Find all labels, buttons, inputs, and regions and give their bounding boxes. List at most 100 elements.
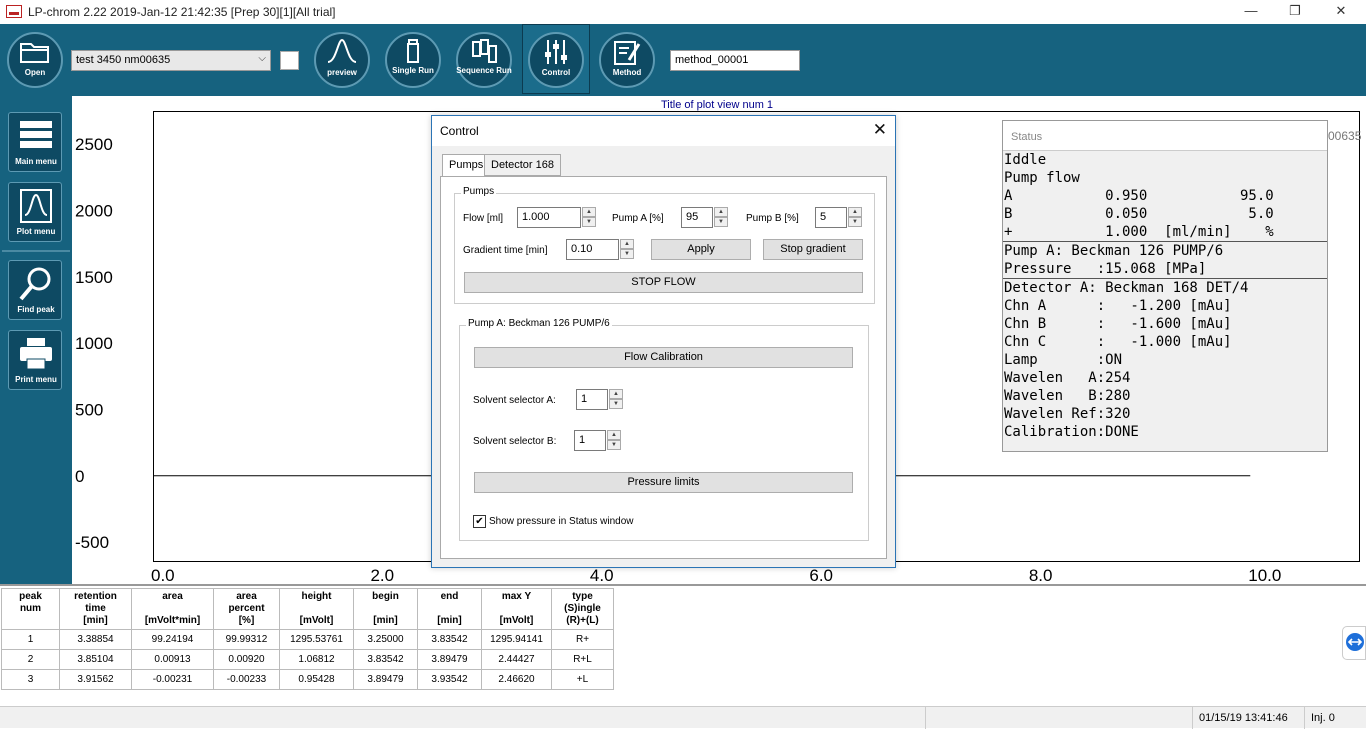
status-line: Chn A : -1.200 [mAu]	[1004, 298, 1232, 314]
flow-input[interactable]: 1.000	[517, 207, 581, 228]
column-header[interactable]: height [mVolt]	[279, 588, 354, 630]
show-pressure-checkbox[interactable]: ✔	[473, 515, 486, 528]
status-bar: 01/15/19 13:41:46 Inj. 0	[0, 706, 1366, 729]
table-cell: 1295.53761	[279, 629, 354, 650]
solvent-selector-a-input[interactable]: 1	[576, 389, 608, 410]
table-cell: 3.89479	[417, 649, 482, 670]
column-header[interactable]: max Y [mVolt]	[481, 588, 552, 630]
pressure-limits-button[interactable]: Pressure limits	[474, 472, 853, 493]
single-run-label: Single Run	[392, 66, 434, 75]
table-cell: -0.00231	[131, 669, 214, 690]
column-header[interactable]: type (S)ingle (R)+(L)	[551, 588, 614, 630]
pump-b-input[interactable]: 5	[815, 207, 847, 228]
sidebar: Main menu Plot menu Find peak Print menu	[0, 96, 72, 584]
dialog-title-bar: Control ✕	[432, 116, 895, 146]
gradient-time-input[interactable]: 0.10	[566, 239, 619, 260]
column-header[interactable]: area percent [%]	[213, 588, 280, 630]
column-header-text: height	[301, 591, 332, 602]
y-tick-label: 1000	[75, 334, 113, 353]
solvent-selector-b-input[interactable]: 1	[574, 430, 606, 451]
method-button[interactable]: Method	[596, 26, 658, 90]
chevron-down-icon: ⌵	[258, 53, 266, 64]
minimize-button[interactable]: —	[1228, 0, 1274, 24]
peaks-table: peak num retention time [min] area [mVolt*min]…	[1, 588, 614, 690]
column-header-text	[133, 603, 212, 615]
table-cell: 2	[1, 649, 60, 670]
status-line: Chn C : -1.000 [mAu]	[1004, 334, 1232, 350]
x-tick-label: 0.0	[151, 566, 175, 584]
single-run-button[interactable]: Single Run	[382, 26, 444, 90]
flow-stepper[interactable]: ▲ ▼	[582, 207, 596, 228]
status-line: Wavelen A:254	[1004, 370, 1131, 386]
column-header-text: time	[85, 603, 106, 614]
file-combo[interactable]: test 3450 nm00635 ⌵	[71, 50, 271, 71]
list-icon	[20, 121, 52, 148]
plot-menu-button[interactable]: Plot menu	[8, 182, 62, 242]
edit-document-icon	[614, 41, 641, 65]
x-tick-label: 8.0	[1029, 566, 1053, 584]
column-header-text: [mVolt]	[299, 615, 334, 626]
pump-b-stepper[interactable]: ▲ ▼	[848, 207, 862, 228]
file-combo-value: test 3450 nm00635	[76, 54, 171, 66]
gradient-time-stepper[interactable]: ▲ ▼	[620, 239, 634, 260]
find-peak-button[interactable]: Find peak	[8, 260, 62, 320]
table-cell: 3.38854	[59, 629, 132, 650]
column-header-text: type	[572, 591, 593, 602]
column-header[interactable]: area [mVolt*min]	[131, 588, 214, 630]
control-button[interactable]: Control	[525, 26, 587, 90]
open-button[interactable]: Open	[4, 26, 66, 90]
gradient-time-label: Gradient time [min]	[463, 245, 548, 256]
pump-a-input[interactable]: 95	[681, 207, 713, 228]
remote-support-tab[interactable]	[1342, 626, 1366, 660]
status-line: Iddle	[1004, 152, 1047, 168]
folder-icon	[20, 43, 49, 63]
status-line: Chn B : -1.600 [mAu]	[1004, 316, 1232, 332]
x-tick-label: 2.0	[370, 566, 394, 584]
flow-label: Flow [ml]	[463, 213, 503, 224]
window-title: LP-chrom 2.22 2019-Jan-12 21:42:35 [Prep…	[28, 5, 336, 19]
stop-flow-button[interactable]: STOP FLOW	[464, 272, 863, 293]
pump-a-label: Pump A [%]	[612, 213, 664, 224]
print-menu-button[interactable]: Print menu	[8, 330, 62, 390]
find-peak-label: Find peak	[17, 305, 55, 314]
table-cell: R+L	[551, 649, 614, 670]
tab-pumps[interactable]: Pumps	[442, 154, 491, 177]
table-row[interactable]: 1 3.38854 99.24194 99.99312 1295.53761 3.2500…	[1, 629, 614, 650]
close-icon[interactable]: ✕	[873, 120, 887, 140]
method-name-field[interactable]: method_00001	[670, 50, 800, 71]
column-header[interactable]: peak num	[1, 588, 60, 630]
flow-calibration-button[interactable]: Flow Calibration	[474, 347, 853, 368]
column-header[interactable]: end [min]	[417, 588, 482, 630]
table-row[interactable]: 3 3.91562 -0.00231 -0.00233 0.95428 3.89479 3.…	[1, 669, 614, 690]
sequence-run-button[interactable]: Sequence Run	[453, 26, 515, 90]
status-window: Status Iddle Pump flow A 0.950 95.0 B 0.050…	[1002, 120, 1328, 452]
main-menu-button[interactable]: Main menu	[8, 112, 62, 172]
statusbar-injection: Inj. 0	[1304, 707, 1366, 729]
apply-button[interactable]: Apply	[651, 239, 751, 260]
table-cell: +L	[551, 669, 614, 690]
close-window-button[interactable]: ✕	[1318, 0, 1364, 24]
status-line: A 0.950 95.0	[1004, 188, 1274, 204]
solvent-selector-a-stepper[interactable]: ▲ ▼	[609, 389, 623, 410]
column-header-text: [min]	[83, 615, 108, 626]
x-tick-label: 4.0	[590, 566, 614, 584]
solvent-selector-b-stepper[interactable]: ▲ ▼	[607, 430, 621, 451]
peaks-table-panel: peak num retention time [min] area [mVolt*min]…	[0, 584, 1366, 706]
status-line: Calibration:DONE	[1004, 424, 1139, 440]
column-header-text: [min]	[373, 615, 398, 626]
toolbar-checkbox[interactable]	[280, 51, 299, 70]
stop-gradient-button[interactable]: Stop gradient	[763, 239, 863, 260]
column-header[interactable]: retention time [min]	[59, 588, 132, 630]
x-tick-label: 6.0	[809, 566, 833, 584]
column-header-text	[483, 603, 550, 615]
column-header[interactable]: begin [min]	[353, 588, 418, 630]
tab-detector[interactable]: Detector 168	[484, 154, 561, 176]
restore-button[interactable]: ❐	[1272, 0, 1318, 24]
peak-icon	[327, 38, 357, 63]
pump-a-stepper[interactable]: ▲ ▼	[714, 207, 728, 228]
printer-icon	[20, 338, 52, 370]
table-row[interactable]: 2 3.85104 0.00913 0.00920 1.06812 3.83542 3.89…	[1, 649, 614, 670]
preview-button[interactable]: preview	[311, 26, 373, 90]
y-tick-label: 1500	[75, 268, 113, 287]
column-header-text: (S)ingle	[564, 603, 601, 614]
